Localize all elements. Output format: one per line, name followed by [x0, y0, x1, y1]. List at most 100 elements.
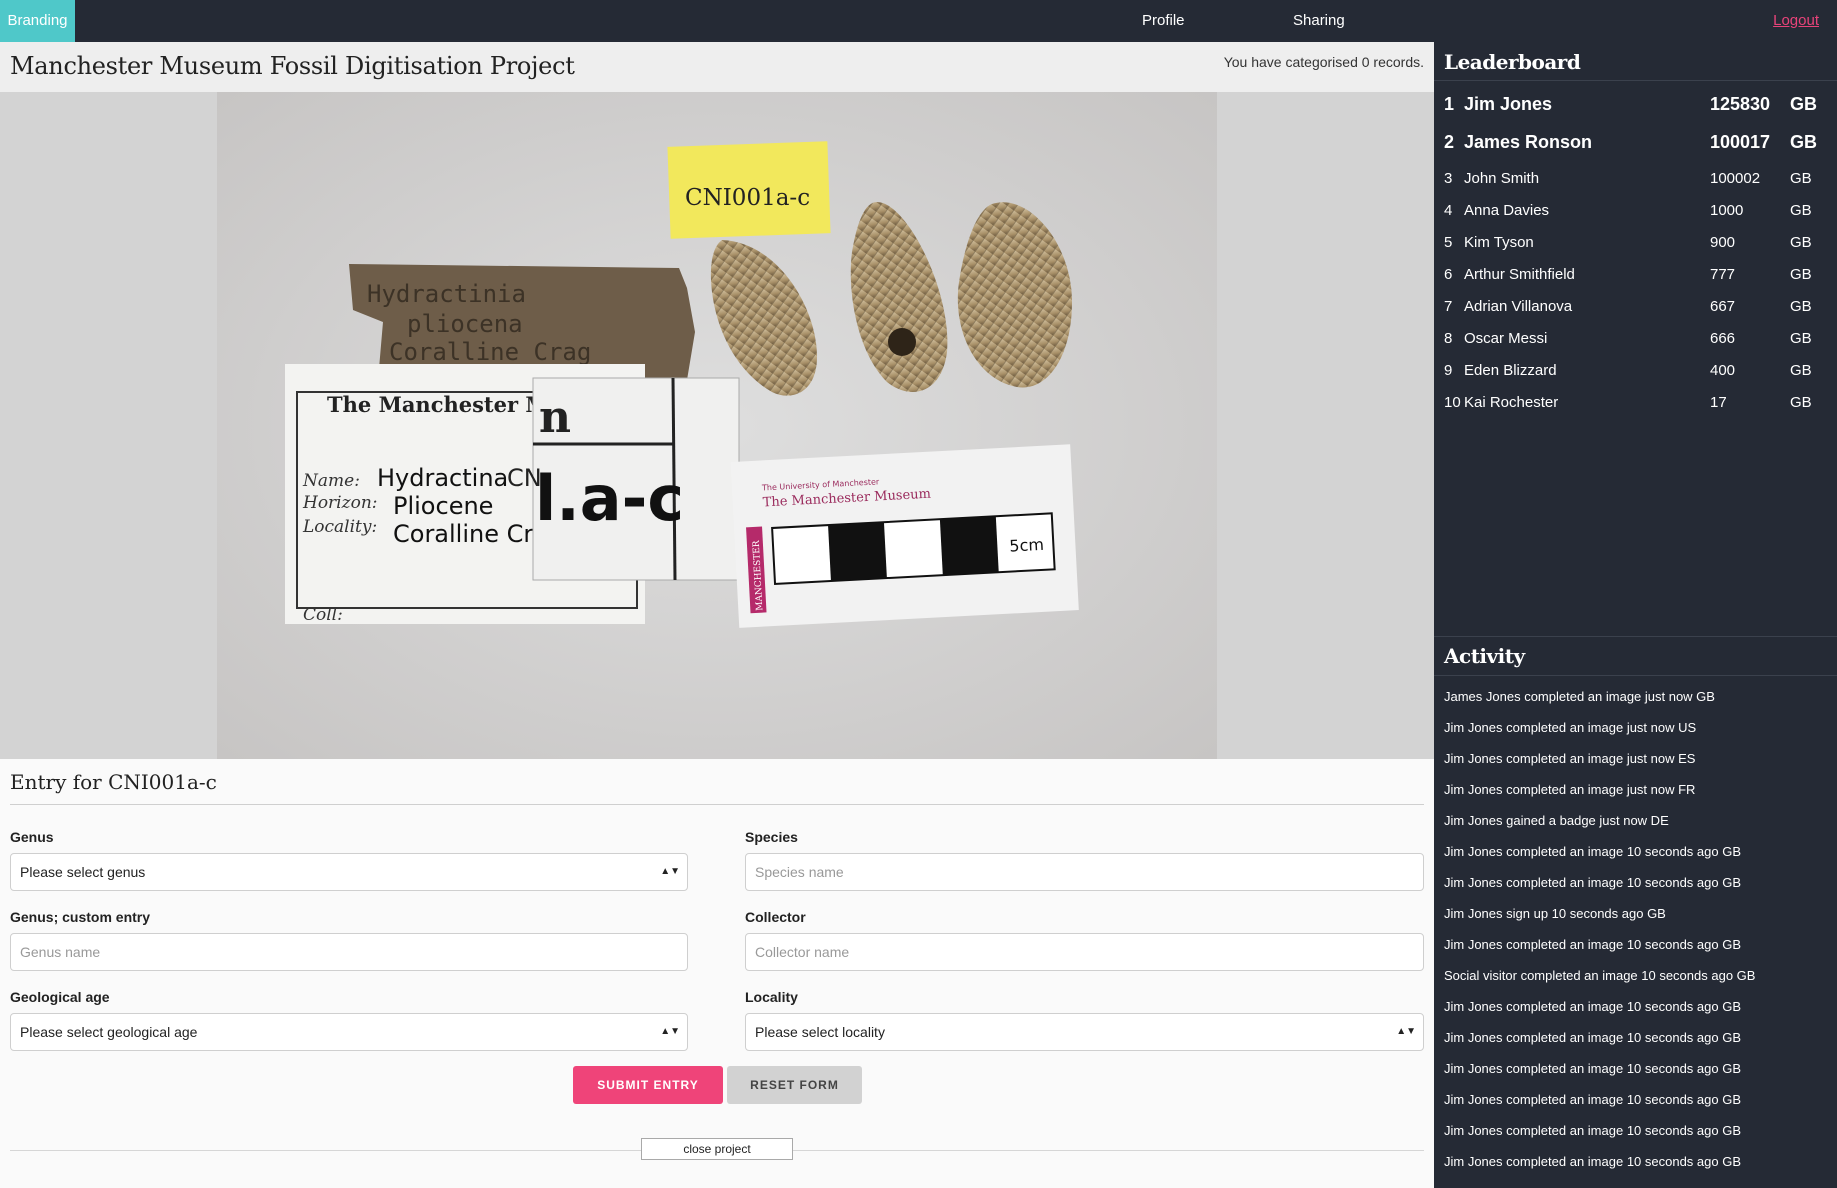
- old-label-line1: Hydractinia: [367, 280, 526, 308]
- leaderboard-name: Kim Tyson: [1464, 234, 1534, 251]
- genus-custom-label: Genus; custom entry: [10, 909, 151, 925]
- record-count: You have categorised 0 records.: [1223, 54, 1424, 70]
- leaderboard-title: Leaderboard: [1444, 50, 1581, 74]
- top-navbar: Branding Profile Sharing Logout: [0, 0, 1837, 42]
- activity-item: Jim Jones completed an image 10 seconds …: [1444, 875, 1742, 890]
- old-label-line3: Coralline Crag: [389, 338, 591, 366]
- genus-select[interactable]: Please select genus ▲▼: [10, 853, 688, 891]
- leaderboard-name: Eden Blizzard: [1464, 362, 1557, 379]
- leaderboard-name: Jim Jones: [1464, 94, 1553, 114]
- locality-label: Locality: [745, 989, 798, 1005]
- leaderboard-rank: 4: [1444, 202, 1453, 219]
- activity-item: Jim Jones completed an image just now ES: [1444, 751, 1696, 766]
- yellow-label: CNI001a-c: [667, 141, 831, 239]
- geological-age-select[interactable]: Please select geological age ▲▼: [10, 1013, 688, 1051]
- activity-item: Jim Jones completed an image just now US: [1444, 720, 1697, 735]
- geological-age-select-value: Please select geological age: [20, 1024, 198, 1040]
- activity-item: James Jones completed an image just now …: [1444, 689, 1715, 704]
- specimen-photo[interactable]: Hydractinia pliocena Coralline Crag CNI0…: [217, 92, 1217, 759]
- activity-item: Jim Jones completed an image 10 seconds …: [1444, 999, 1742, 1014]
- activity-item: Jim Jones completed an image just now FR: [1444, 782, 1696, 797]
- leaderboard-country: GB: [1790, 298, 1812, 315]
- activity-item: Jim Jones completed an image 10 seconds …: [1444, 1123, 1742, 1138]
- activity-item: Jim Jones completed an image 10 seconds …: [1444, 937, 1742, 952]
- activity-divider: [1434, 675, 1837, 676]
- leaderboard-score: 777: [1710, 266, 1736, 283]
- select-updown-icon: ▲▼: [660, 1026, 680, 1037]
- leaderboard-country: GB: [1790, 234, 1812, 251]
- leaderboard-name: Adrian Villanova: [1464, 298, 1573, 315]
- sidebar: Leaderboard 1 Jim Jones 125830 GB 2 James Ron…: [1434, 42, 1837, 1188]
- geological-age-label: Geological age: [10, 989, 110, 1005]
- leaderboard-name: Arthur Smithfield: [1464, 266, 1575, 283]
- leaderboard-country: GB: [1790, 170, 1812, 187]
- card-locality-label: Locality:: [302, 517, 377, 537]
- brand-logo[interactable]: Branding: [0, 0, 75, 42]
- main-content: Manchester Museum Fossil Digitisation Pr…: [0, 42, 1434, 1188]
- activity-item: Jim Jones completed an image 10 seconds …: [1444, 1030, 1742, 1045]
- select-updown-icon: ▲▼: [1396, 1026, 1416, 1037]
- genus-select-value: Please select genus: [20, 864, 146, 880]
- leaderboard-rank: 3: [1444, 170, 1453, 187]
- leaderboard-rank: 7: [1444, 298, 1453, 315]
- activity-item: Jim Jones completed an image 10 seconds …: [1444, 844, 1742, 859]
- yellow-label-text: CNI001a-c: [685, 185, 810, 211]
- leaderboard-name: Oscar Messi: [1464, 330, 1548, 347]
- logout-link[interactable]: Logout: [1773, 0, 1819, 42]
- specimen-image-area: Hydractinia pliocena Coralline Crag CNI0…: [0, 92, 1434, 759]
- leaderboard-score: 100002: [1710, 170, 1761, 187]
- leaderboard-rank: 10: [1444, 394, 1461, 411]
- collector-label: Collector: [745, 909, 806, 925]
- leaderboard-country: GB: [1790, 202, 1812, 219]
- zoom-top-text: n: [539, 392, 571, 443]
- activity-item: Jim Jones sign up 10 seconds ago GB: [1444, 906, 1666, 921]
- leaderboard-rank: 2: [1444, 132, 1455, 152]
- reset-form-button[interactable]: RESET FORM: [727, 1066, 862, 1104]
- leaderboard-rank: 1: [1444, 94, 1455, 114]
- nav-profile-link[interactable]: Profile: [1142, 0, 1185, 42]
- leaderboard-score: 100017: [1710, 132, 1771, 152]
- leaderboard-score: 17: [1710, 394, 1727, 411]
- leaderboard-country: GB: [1790, 394, 1812, 411]
- activity-item: Jim Jones gained a badge just now DE: [1444, 813, 1669, 828]
- nav-sharing-link[interactable]: Sharing: [1293, 0, 1345, 42]
- activity-item: Jim Jones completed an image 10 seconds …: [1444, 1092, 1742, 1107]
- activity-item: Jim Jones completed an image 10 seconds …: [1444, 1061, 1742, 1076]
- page-title: Manchester Museum Fossil Digitisation Pr…: [10, 52, 575, 80]
- activity-item: Jim Jones completed an image 10 seconds …: [1444, 1154, 1742, 1169]
- entry-title: Entry for CNI001a-c: [10, 770, 217, 794]
- select-updown-icon: ▲▼: [660, 866, 680, 877]
- species-label: Species: [745, 829, 798, 845]
- leaderboard-name: Anna Davies: [1464, 202, 1550, 219]
- leaderboard-country: GB: [1790, 94, 1817, 114]
- card-header: The Manchester M: [327, 392, 549, 417]
- activity-top-divider: [1434, 636, 1837, 637]
- genus-custom-input[interactable]: Genus name: [10, 933, 688, 971]
- submit-entry-button[interactable]: SUBMIT ENTRY: [573, 1066, 723, 1104]
- leaderboard-score: 666: [1710, 330, 1736, 347]
- leaderboard-score: 1000: [1710, 202, 1744, 219]
- locality-select[interactable]: Please select locality ▲▼: [745, 1013, 1424, 1051]
- leaderboard-country: GB: [1790, 132, 1817, 152]
- leaderboard-divider: [1434, 80, 1837, 81]
- species-input[interactable]: Species name: [745, 853, 1424, 891]
- leaderboard-rank: 6: [1444, 266, 1453, 283]
- leaderboard-score: 400: [1710, 362, 1736, 379]
- card-horizon-label: Horizon:: [302, 493, 378, 513]
- project-header: Manchester Museum Fossil Digitisation Pr…: [0, 42, 1434, 92]
- leaderboard-country: GB: [1790, 362, 1812, 379]
- old-label-line2: pliocena: [407, 310, 523, 338]
- scale-unit: 5cm: [1009, 535, 1045, 556]
- close-project-button[interactable]: close project: [641, 1138, 793, 1160]
- locality-select-value: Please select locality: [755, 1024, 885, 1040]
- card-name-value: Hydractina: [377, 464, 508, 492]
- leaderboard-score: 900: [1710, 234, 1736, 251]
- card-name-label: Name:: [302, 471, 360, 491]
- leaderboard-score: 667: [1710, 298, 1736, 315]
- zoom-label-text: l.a-c: [535, 462, 684, 535]
- card-horizon-value: Pliocene: [393, 492, 493, 520]
- leaderboard-rank: 5: [1444, 234, 1453, 251]
- collector-input[interactable]: Collector name: [745, 933, 1424, 971]
- leaderboard-name: Kai Rochester: [1464, 394, 1559, 411]
- leaderboard-name: James Ronson: [1464, 132, 1593, 152]
